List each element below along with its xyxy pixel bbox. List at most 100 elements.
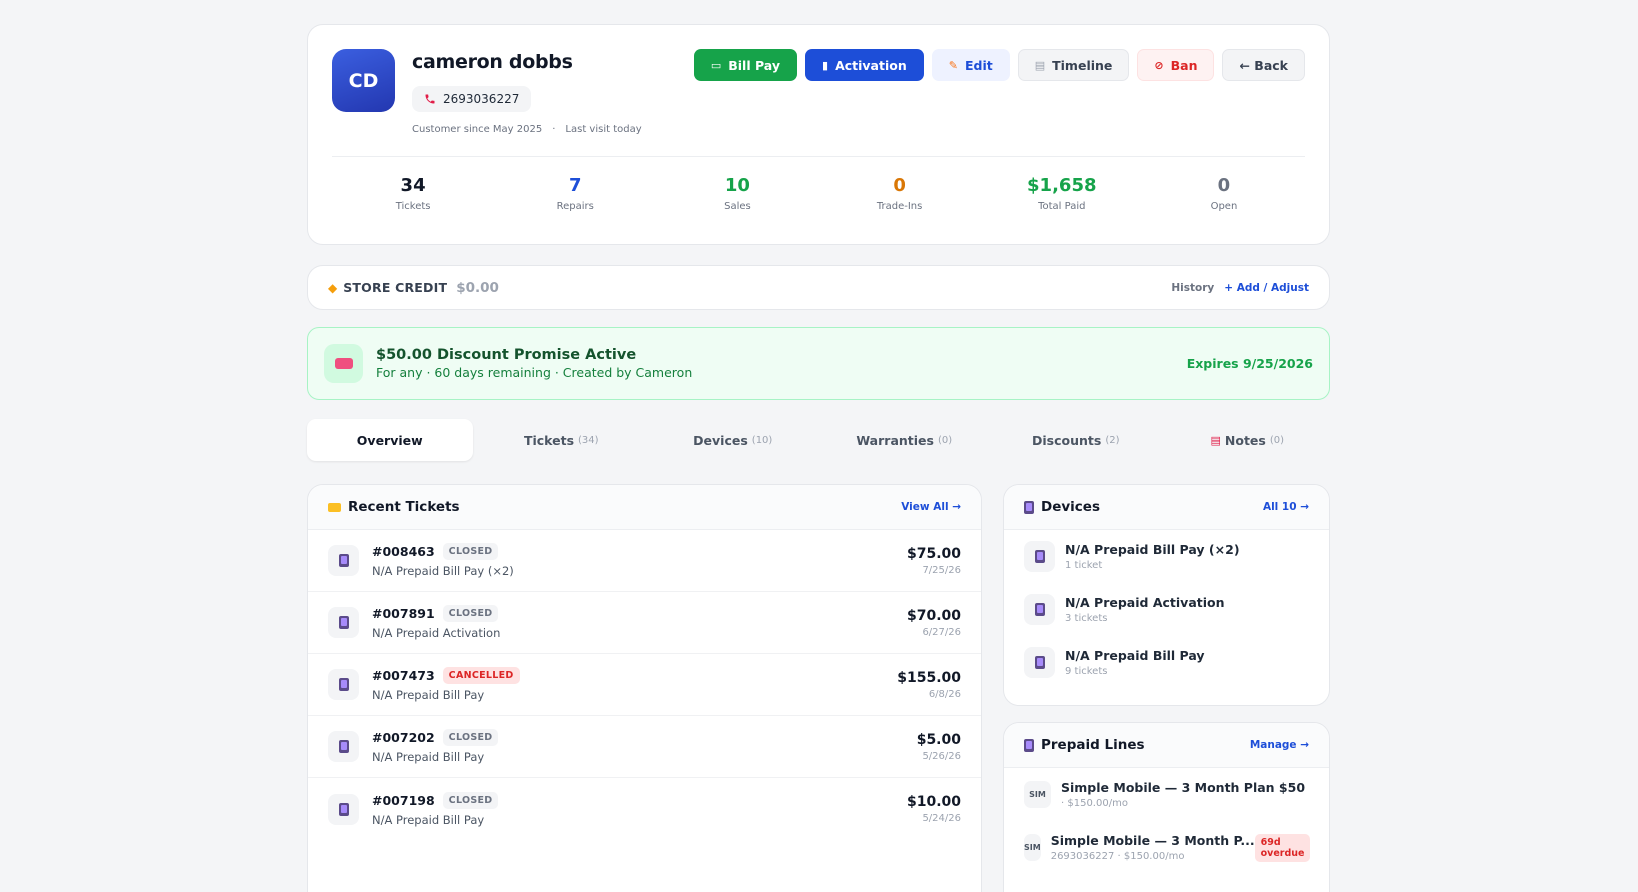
device-row[interactable]: N/A Prepaid Activation 3 tickets (1004, 583, 1329, 636)
stat-value: 7 (568, 175, 582, 196)
back-button[interactable]: ← Back (1222, 49, 1305, 81)
ticket-info: #007202 CLOSED N/A Prepaid Bill Pay (372, 729, 499, 764)
ticket-date: 7/25/26 (922, 564, 961, 576)
timeline-button[interactable]: ▤ Timeline (1017, 49, 1130, 81)
ticket-row[interactable]: #008463 CLOSED N/A Prepaid Bill Pay (×2)… (308, 530, 981, 592)
promo-subtitle: For any · 60 days remaining · Created by… (376, 365, 693, 380)
phone-icon (425, 94, 435, 104)
tab-label: Notes (1224, 432, 1266, 448)
status-badge: CLOSED (442, 729, 499, 746)
ticket-amount-block: $10.00 5/24/26 (907, 794, 961, 824)
stat-value: 0 (1217, 175, 1231, 196)
device-name: N/A Prepaid Bill Pay (×2) (1065, 542, 1240, 557)
phone-device-icon (328, 607, 359, 638)
device-row[interactable]: N/A Prepaid Bill Pay 9 tickets (1004, 636, 1329, 689)
ticket-date: 5/26/26 (922, 750, 961, 762)
stat-sales: 10 Sales (656, 175, 818, 212)
customer-tabs: Overview Tickets (34) Devices (10) Warra… (307, 419, 1330, 461)
overview-columns: Recent Tickets View All → #008463 CLOSED… (307, 484, 1330, 892)
memo-icon: ▤ (1210, 433, 1221, 447)
stat-label: Repairs (556, 201, 594, 212)
stat-label: Trade-Ins (876, 201, 923, 212)
avatar: CD (332, 49, 395, 112)
stat-value: 34 (400, 175, 426, 196)
ticket-number: #007202 (372, 730, 435, 745)
stat-label: Sales (724, 201, 751, 212)
ticket-row[interactable]: #007473 CANCELLED N/A Prepaid Bill Pay $… (308, 654, 981, 716)
device-ticket-count: 1 ticket (1065, 560, 1103, 571)
phone-device-icon: ▮ (822, 58, 829, 72)
tab-notes[interactable]: ▤ Notes (0) (1165, 419, 1331, 461)
phone-device-icon (328, 731, 359, 762)
device-info: N/A Prepaid Activation 3 tickets (1065, 595, 1225, 624)
status-badge: CLOSED (442, 791, 499, 809)
device-name: N/A Prepaid Bill Pay (1065, 648, 1205, 663)
manage-link[interactable]: Manage → (1250, 739, 1309, 751)
all-devices-link[interactable]: All 10 → (1263, 501, 1309, 513)
right-column: Devices All 10 → N/A Prepaid Bill Pay (×… (1003, 484, 1330, 892)
sim-icon: SIM (1024, 834, 1041, 861)
credit-history-link[interactable]: History (1171, 282, 1214, 294)
tab-warranties[interactable]: Warranties (0) (822, 419, 988, 461)
ban-button[interactable]: ⊘ Ban (1137, 49, 1215, 81)
ticket-amount-block: $155.00 6/8/26 (897, 670, 961, 700)
promo-text: $50.00 Discount Promise Active For any ·… (376, 347, 692, 380)
tab-count: (0) (1269, 434, 1285, 446)
credit-add-adjust-link[interactable]: + Add / Adjust (1224, 282, 1309, 294)
ticket-row[interactable]: #007891 CLOSED N/A Prepaid Activation $7… (308, 592, 981, 654)
ticket-amount: $70.00 (906, 607, 961, 624)
timeline-label: Timeline (1052, 57, 1113, 73)
prepaid-line-row[interactable]: SIM Simple Mobile — 3 Month Plan $50 · $… (1004, 768, 1329, 821)
ticket-date: 5/24/26 (922, 813, 961, 824)
plan-details: · $150.00/mo (1061, 798, 1128, 809)
meta-separator: · (552, 124, 556, 135)
activation-button[interactable]: ▮ Activation (805, 49, 924, 81)
device-row[interactable]: N/A Prepaid Bill Pay (×2) 1 ticket (1004, 530, 1329, 583)
phone-device-icon (1024, 541, 1055, 572)
stat-total-paid: $1,658 Total Paid (981, 175, 1143, 212)
view-all-link[interactable]: View All → (901, 501, 961, 513)
phone-device-icon (1024, 647, 1055, 678)
panel-header: Recent Tickets View All → (308, 485, 981, 530)
ticket-description: N/A Prepaid Activation (372, 626, 501, 640)
customer-meta: Customer since May 2025 · Last visit tod… (412, 124, 642, 135)
ticket-row[interactable]: #007202 CLOSED N/A Prepaid Bill Pay $5.0… (308, 716, 981, 778)
ticket-number-line: #007198 CLOSED (372, 791, 499, 809)
edit-button[interactable]: ✎ Edit (931, 49, 1010, 81)
prohibited-icon: ⊘ (1154, 58, 1164, 72)
customer-name: cameron dobbs (412, 51, 573, 73)
phone-pill[interactable]: 2693036227 (412, 86, 532, 112)
panel-title: Prepaid Lines (1041, 737, 1145, 753)
tab-count: (2) (1105, 434, 1120, 446)
plan-name: Simple Mobile — 3 Month Plan $50 (1061, 780, 1306, 795)
ticket-icon (328, 502, 341, 512)
tab-label: Devices (693, 432, 748, 448)
stat-label: Open (1210, 201, 1238, 212)
status-badge: CLOSED (442, 605, 499, 622)
ticket-info: #007198 CLOSED N/A Prepaid Bill Pay (372, 791, 499, 827)
phone-device-icon (328, 669, 359, 700)
stat-label: Tickets (395, 201, 431, 212)
tab-overview[interactable]: Overview (307, 419, 473, 461)
ticket-number-line: #007202 CLOSED (372, 729, 499, 746)
prepaid-lines-panel: Prepaid Lines Manage → SIM Simple Mobile… (1003, 722, 1330, 892)
overdue-badge: 69d overdue (1254, 833, 1311, 862)
promo-expiry: Expires 9/25/2026 (1186, 356, 1313, 371)
ticket-description: N/A Prepaid Bill Pay (×2) (372, 564, 514, 578)
prepaid-line-row[interactable]: SIM Simple Mobile — 3 Month P... 2693036… (1004, 821, 1329, 874)
stat-trade-ins: 0 Trade-Ins (819, 175, 981, 212)
ticket-number: #007473 (372, 668, 435, 683)
tab-discounts[interactable]: Discounts (2) (993, 419, 1159, 461)
card-icon: ▭ (710, 58, 722, 72)
stat-repairs: 7 Repairs (494, 175, 656, 212)
ticket-description: N/A Prepaid Bill Pay (372, 812, 485, 827)
tag-icon: ◆ (328, 280, 338, 295)
tab-devices[interactable]: Devices (10) (650, 419, 816, 461)
bill-pay-button[interactable]: ▭ Bill Pay (693, 49, 797, 81)
stat-value: 10 (724, 175, 750, 196)
tab-tickets[interactable]: Tickets (34) (479, 419, 645, 461)
back-label: ← Back (1239, 57, 1288, 73)
ticket-row[interactable]: #007198 CLOSED N/A Prepaid Bill Pay $10.… (308, 778, 981, 840)
pencil-icon: ✎ (948, 58, 958, 72)
tab-count: (10) (751, 434, 773, 446)
